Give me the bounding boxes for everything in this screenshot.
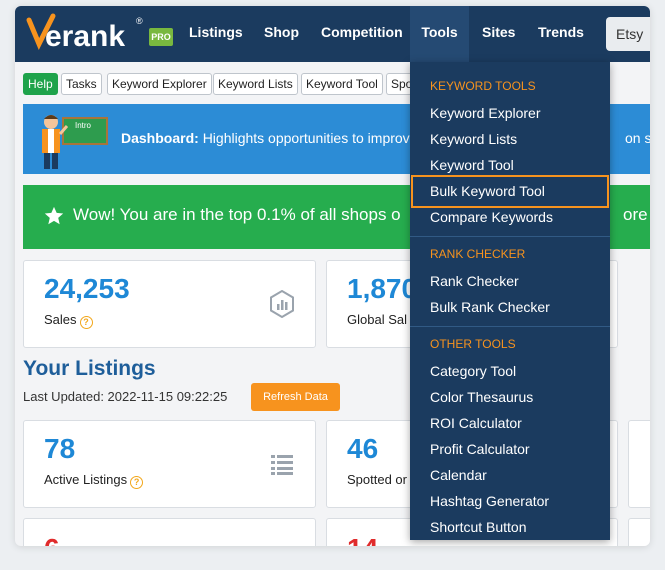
- menu-item-color-thesaurus[interactable]: Color Thesaurus: [430, 389, 533, 405]
- nav-listings[interactable]: Listings: [189, 6, 243, 62]
- subtab-keyword-tool[interactable]: Keyword Tool: [301, 73, 383, 95]
- nav-tools[interactable]: Tools: [410, 6, 469, 62]
- row3-b-value: 14: [347, 533, 378, 546]
- nav-competition[interactable]: Competition: [321, 6, 403, 62]
- spotted-value: 46: [347, 433, 379, 464]
- svg-text:®: ®: [136, 16, 143, 26]
- intro-trail-text: on sale: [625, 130, 650, 146]
- menu-divider: [410, 236, 610, 237]
- achievement-trail-text: ore it: [623, 205, 650, 224]
- intro-board-label: Intro: [75, 121, 92, 130]
- dd-header-rank-checker: RANK CHECKER: [430, 247, 526, 261]
- stat-card-partial[interactable]: [628, 420, 650, 508]
- platform-selector[interactable]: Etsy: [606, 17, 650, 51]
- menu-item-roi-calculator[interactable]: ROI Calculator: [430, 415, 522, 431]
- dd-header-keyword-tools: KEYWORD TOOLS: [430, 79, 536, 93]
- stat-card-sales[interactable]: 24,253 Sales?: [23, 260, 316, 348]
- refresh-data-button[interactable]: Refresh Data: [251, 383, 340, 411]
- row3-a-value: 6: [44, 533, 60, 546]
- list-icon: [271, 455, 293, 475]
- global-sales-label: Global Sal: [347, 312, 407, 327]
- menu-item-keyword-explorer[interactable]: Keyword Explorer: [430, 105, 541, 121]
- sales-label-row: Sales?: [44, 312, 93, 329]
- menu-item-keyword-tool[interactable]: Keyword Tool: [430, 157, 514, 173]
- menu-item-category-tool[interactable]: Category Tool: [430, 363, 516, 379]
- active-listings-label: Active Listings: [44, 472, 128, 487]
- sales-value: 24,253: [44, 273, 130, 304]
- nav-trends[interactable]: Trends: [538, 6, 584, 62]
- active-listings-label-row: Active Listings?: [44, 472, 144, 489]
- menu-divider: [410, 326, 610, 327]
- menu-item-bulk-rank-checker[interactable]: Bulk Rank Checker: [430, 299, 550, 315]
- intro-description: Highlights opportunities to improv: [202, 130, 410, 146]
- menu-item-calendar[interactable]: Calendar: [430, 467, 487, 483]
- active-listings-value: 78: [44, 433, 76, 464]
- subtab-help[interactable]: Help: [23, 73, 58, 95]
- menu-item-compare-keywords[interactable]: Compare Keywords: [430, 209, 553, 225]
- global-sales-value: 1,870: [347, 273, 418, 304]
- menu-item-shortcut-button[interactable]: Shortcut Button: [430, 519, 527, 535]
- svg-text:erank: erank: [45, 20, 125, 53]
- intro-text: Dashboard: Highlights opportunities to i…: [121, 130, 410, 146]
- stat-card-active-listings[interactable]: 78 Active Listings?: [23, 420, 316, 508]
- help-icon[interactable]: ?: [130, 476, 144, 489]
- chart-hexagon-icon: [270, 290, 294, 318]
- tools-dropdown-menu: KEYWORD TOOLS Keyword Explorer Keyword L…: [410, 62, 610, 540]
- teacher-illustration-icon: [42, 115, 108, 169]
- subtab-keyword-explorer[interactable]: Keyword Explorer: [107, 73, 212, 95]
- stat-card-row3-partial[interactable]: [628, 518, 650, 546]
- erank-logo[interactable]: erank ® PRO: [23, 10, 173, 56]
- menu-item-hashtag-generator[interactable]: Hashtag Generator: [430, 493, 549, 509]
- your-listings-title: Your Listings: [23, 357, 156, 380]
- menu-item-profit-calculator[interactable]: Profit Calculator: [430, 441, 530, 457]
- menu-item-keyword-lists[interactable]: Keyword Lists: [430, 131, 517, 147]
- stat-card-row3-a[interactable]: 6: [23, 518, 316, 546]
- intro-label: Dashboard:: [121, 130, 199, 146]
- achievement-text: Wow! You are in the top 0.1% of all shop…: [73, 205, 401, 224]
- erank-logo-mark: erank ®: [26, 13, 143, 53]
- sales-label: Sales: [44, 312, 77, 327]
- app-window: erank ® PRO Listings Shop Competition To…: [15, 6, 650, 546]
- menu-item-bulk-keyword-tool[interactable]: Bulk Keyword Tool: [430, 183, 545, 199]
- subtab-tasks[interactable]: Tasks: [61, 73, 102, 95]
- last-updated-text: Last Updated: 2022-11-15 09:22:25: [23, 389, 228, 404]
- star-icon: [44, 206, 64, 225]
- subtab-keyword-lists[interactable]: Keyword Lists: [213, 73, 298, 95]
- nav-shop[interactable]: Shop: [264, 6, 299, 62]
- dd-header-other-tools: OTHER TOOLS: [430, 337, 516, 351]
- menu-item-rank-checker[interactable]: Rank Checker: [430, 273, 519, 289]
- nav-sites[interactable]: Sites: [482, 6, 515, 62]
- spotted-label: Spotted or: [347, 472, 407, 487]
- help-icon[interactable]: ?: [79, 316, 93, 329]
- pro-badge: PRO: [149, 28, 173, 46]
- top-navbar: erank ® PRO Listings Shop Competition To…: [15, 6, 650, 62]
